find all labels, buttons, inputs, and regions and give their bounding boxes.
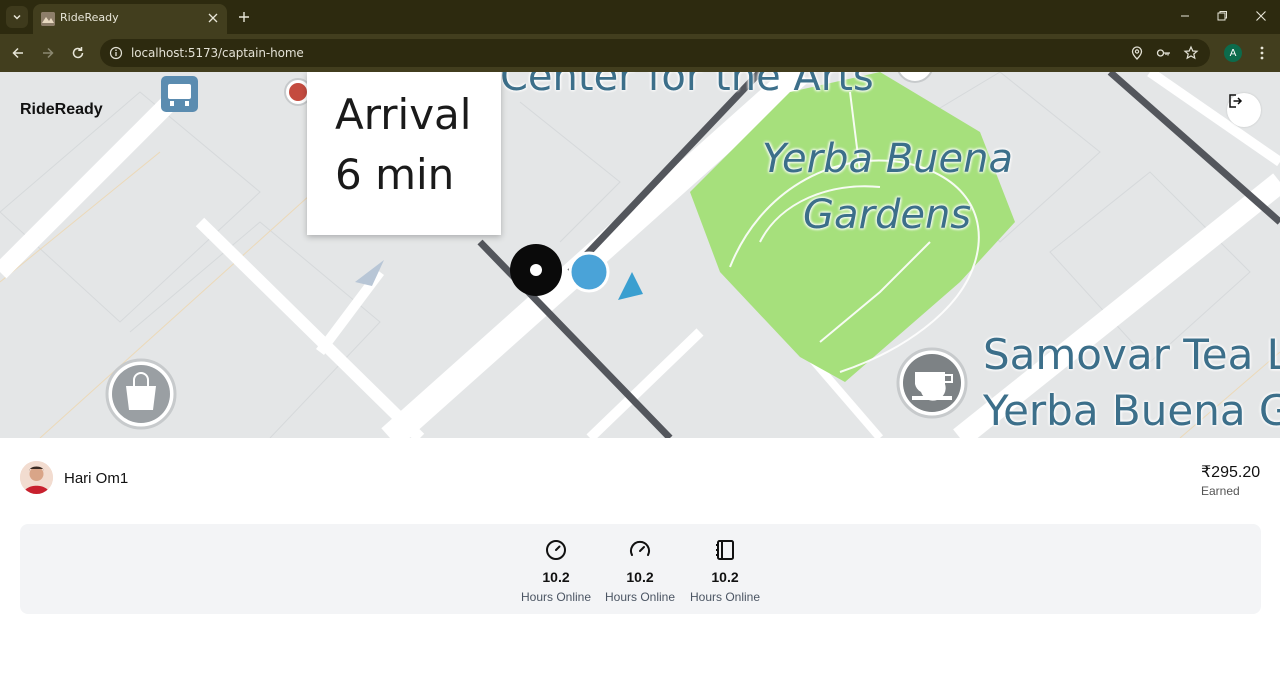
arrival-time: 6 min [335, 150, 455, 199]
arrow-right-icon [43, 47, 54, 59]
browser-toolbar: localhost:5173/captain-home A [0, 34, 1280, 72]
key-icon[interactable] [1156, 45, 1172, 61]
timer-icon [546, 540, 566, 560]
arrival-card: Arrival 6 min [307, 72, 501, 235]
arrow-left-icon [12, 47, 23, 59]
map-label-center-arts: Center for the Arts [500, 72, 874, 100]
minimize-icon [1181, 15, 1189, 17]
arrival-label: Arrival [335, 90, 472, 139]
url-text[interactable]: localhost:5173/captain-home [131, 46, 304, 60]
star-icon[interactable] [1183, 45, 1199, 61]
tab-close-button[interactable] [205, 10, 221, 26]
speedometer-icon [630, 540, 650, 556]
logout-icon [1229, 94, 1243, 108]
stat-value: 10.2 [711, 569, 739, 585]
minimize-button[interactable] [1177, 8, 1193, 24]
reload-icon [72, 47, 84, 59]
close-icon [208, 13, 218, 23]
new-tab-button[interactable] [234, 7, 254, 27]
stat-item: 10.2 Hours Online [600, 524, 680, 614]
map-label-yerba-buena: Yerba Buena [762, 136, 1013, 182]
notebook-icon [716, 540, 734, 560]
close-icon [1256, 11, 1266, 21]
earned-label: Earned [1201, 484, 1240, 498]
site-info-icon[interactable] [108, 45, 124, 61]
logout-button[interactable] [1227, 93, 1261, 127]
stat-item: 10.2 Hours Online [685, 524, 765, 614]
map-background [0, 72, 1280, 438]
reload-button[interactable] [68, 43, 88, 63]
back-button[interactable] [8, 43, 28, 63]
map-label-yerba-buena-g: Yerba Buena G [983, 386, 1280, 435]
earned-amount: ₹295.20 [1201, 464, 1261, 481]
maximize-button[interactable] [1214, 8, 1230, 24]
map-view[interactable]: Center for the Arts Yerba Buena Gardens … [0, 72, 1280, 438]
favicon-icon [41, 12, 55, 26]
tab-search-button[interactable] [6, 6, 28, 28]
app-brand: RideReady [20, 101, 103, 118]
more-vertical-icon [1260, 46, 1264, 60]
captain-name: Hari Om1 [64, 470, 129, 487]
close-window-button[interactable] [1253, 8, 1269, 24]
stat-item: 10.2 Hours Online [516, 524, 596, 614]
profile-avatar[interactable]: A [1224, 44, 1242, 62]
restore-icon [1217, 11, 1227, 21]
stat-label: Hours Online [520, 590, 592, 604]
address-bar[interactable]: localhost:5173/captain-home [100, 39, 1210, 67]
stat-value: 10.2 [626, 569, 654, 585]
stat-label: Hours Online [689, 590, 761, 604]
location-pin-icon[interactable] [1129, 45, 1145, 61]
stat-value: 10.2 [542, 569, 570, 585]
browser-menu-button[interactable] [1252, 43, 1272, 63]
tab-title: RideReady [60, 11, 119, 24]
stat-label: Hours Online [604, 590, 676, 604]
forward-button[interactable] [38, 43, 58, 63]
map-label-samovar: Samovar Tea L [983, 330, 1280, 379]
stats-panel: 10.2 Hours Online 10.2 Hours Online 10.2… [20, 524, 1261, 614]
map-label-gardens: Gardens [803, 192, 972, 238]
browser-tab-bar: RideReady [0, 0, 1280, 34]
captain-avatar [20, 461, 53, 494]
browser-tab[interactable]: RideReady [33, 4, 227, 34]
chevron-down-icon [13, 14, 21, 20]
plus-icon [239, 12, 249, 22]
